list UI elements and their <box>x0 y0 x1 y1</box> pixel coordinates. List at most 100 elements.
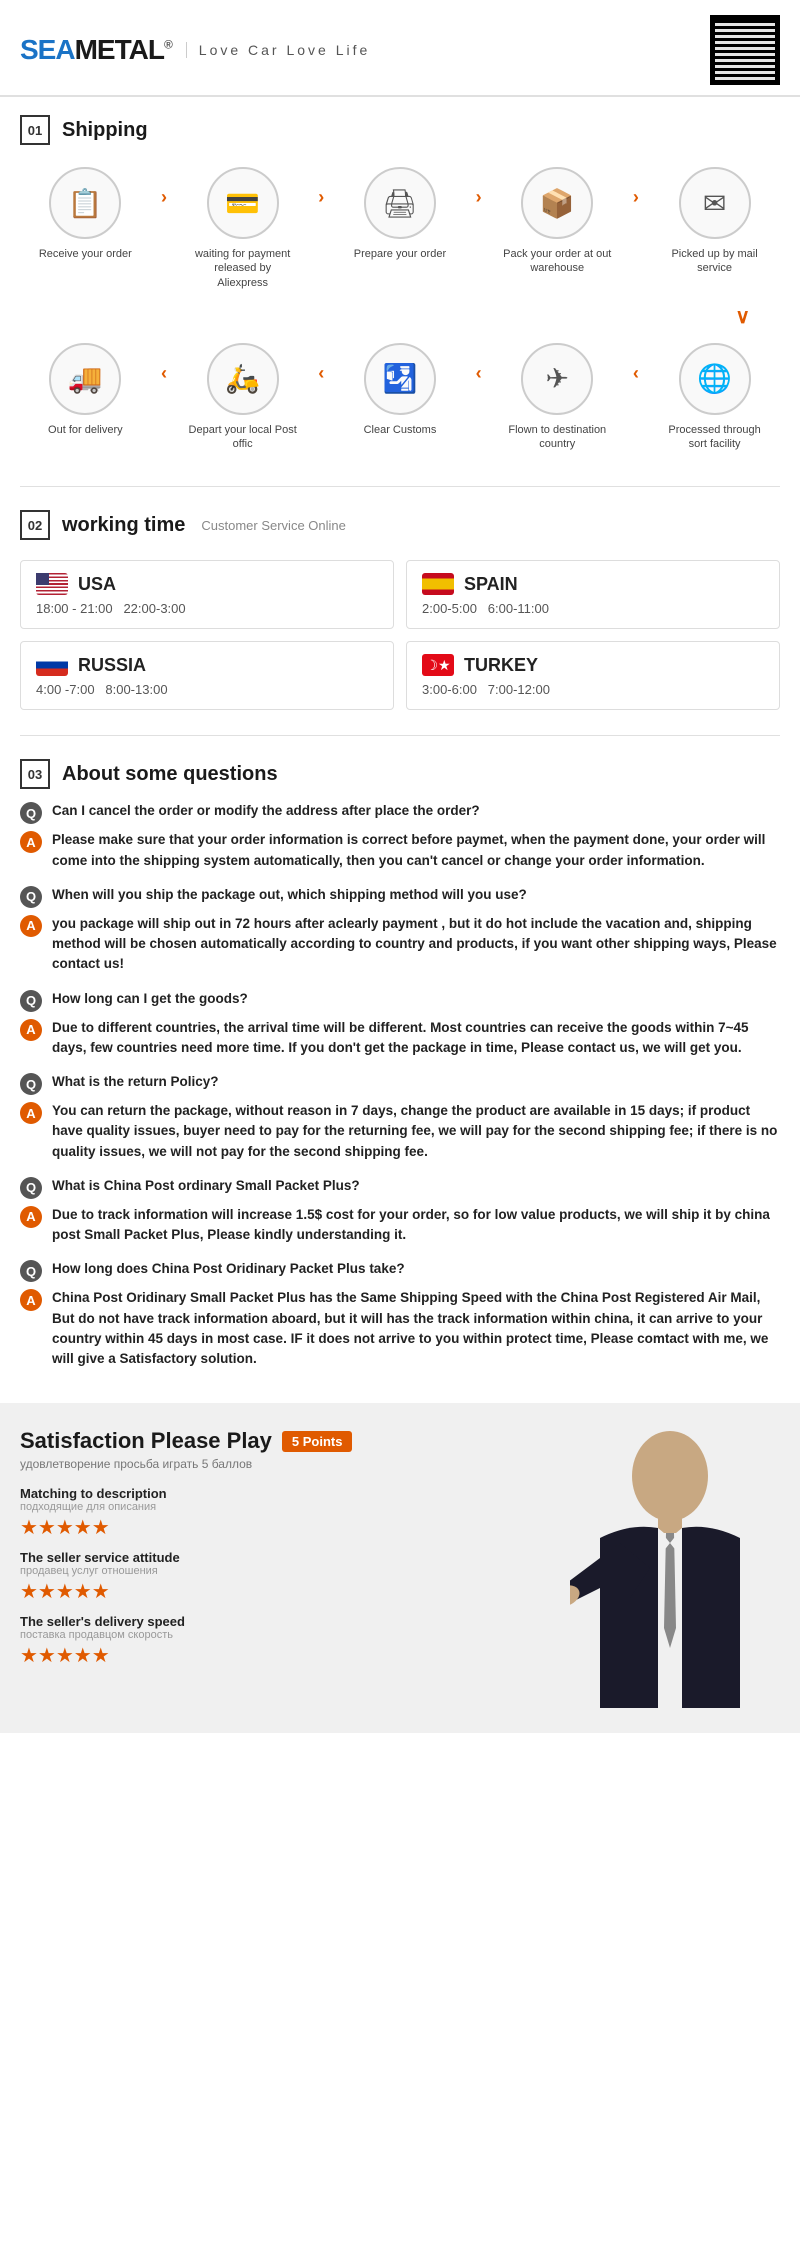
q-badge-3: Q <box>20 990 42 1012</box>
pack-icon: 📦 <box>521 167 593 239</box>
faq-item-4: Q What is the return Policy? A You can r… <box>20 1072 780 1162</box>
rating-item-1: Matching to description подходящие для о… <box>20 1486 540 1540</box>
faq-a-1: A Please make sure that your order infor… <box>20 830 780 871</box>
a-badge-4: A <box>20 1102 42 1124</box>
flown-label: Flown to destination country <box>502 423 612 452</box>
arrow-down: ∨ <box>20 304 780 329</box>
customs-label: Clear Customs <box>364 423 437 437</box>
divider-2 <box>20 735 780 736</box>
satisfaction-right <box>560 1428 780 1708</box>
turkey-time: 3:00-6:00 7:00-12:00 <box>422 682 764 697</box>
faq-item-5: Q What is China Post ordinary Small Pack… <box>20 1176 780 1246</box>
flow-item-prepare: 🖨 Prepare your order <box>345 167 455 261</box>
shipping-section-num: 01 <box>20 115 50 145</box>
rating-item-3: The seller's delivery speed поставка про… <box>20 1614 540 1668</box>
rating-stars-3: ★★★★★ <box>20 1643 540 1668</box>
arrow-3: › <box>476 167 482 208</box>
rating-label-2: The seller service attitude <box>20 1550 540 1565</box>
spain-name: SPAIN <box>464 574 518 595</box>
depart-label: Depart your local Post offic <box>188 423 298 452</box>
flow-item-sort: 🌐 Processed through sort facility <box>660 343 770 452</box>
rating-stars-2: ★★★★★ <box>20 1579 540 1604</box>
satisfaction-title-text: Satisfaction Please Play <box>20 1428 272 1454</box>
flow-item-outdelivery: 🚚 Out for delivery <box>30 343 140 437</box>
logo: SEAMETAL® <box>20 34 172 66</box>
flow-item-pickup: ✉ Picked up by mail service <box>660 167 770 276</box>
q-badge-5: Q <box>20 1177 42 1199</box>
spain-flag <box>422 573 454 595</box>
faq-question-3: How long can I get the goods? <box>52 989 248 1009</box>
faq-answer-1: Please make sure that your order informa… <box>52 830 780 871</box>
customs-icon: 🛂 <box>364 343 436 415</box>
logo-metal: METAL <box>75 34 164 65</box>
working-section-header: 02 working time Customer Service Online <box>0 492 800 552</box>
russia-flag <box>36 654 68 676</box>
satisfaction-section: Satisfaction Please Play 5 Points удовле… <box>0 1403 800 1733</box>
a-badge-1: A <box>20 831 42 853</box>
faq-q-1: Q Can I cancel the order or modify the a… <box>20 801 780 824</box>
arrow-1: › <box>161 167 167 208</box>
faq-question-4: What is the return Policy? <box>52 1072 219 1092</box>
flow-item-pack: 📦 Pack your order at out warehouse <box>502 167 612 276</box>
faq-question-1: Can I cancel the order or modify the add… <box>52 801 480 821</box>
russia-name: RUSSIA <box>78 655 146 676</box>
rating-sub-2: продавец услуг отношения <box>20 1565 540 1577</box>
usa-flag <box>36 573 68 595</box>
faq-a-5: A Due to track information will increase… <box>20 1205 780 1246</box>
faq-answer-2: you package will ship out in 72 hours af… <box>52 914 780 975</box>
faq-q-4: Q What is the return Policy? <box>20 1072 780 1095</box>
flow-row-1: 📋 Receive your order › 💳 waiting for pay… <box>20 157 780 300</box>
faq-answer-5: Due to track information will increase 1… <box>52 1205 780 1246</box>
outdelivery-label: Out for delivery <box>48 423 123 437</box>
payment-icon: 💳 <box>207 167 279 239</box>
usa-name: USA <box>78 574 116 595</box>
spain-header: SPAIN <box>422 573 764 595</box>
faq-section-title: About some questions <box>62 763 278 786</box>
shipping-section-title: Shipping <box>62 119 148 142</box>
flow-item-receive: 📋 Receive your order <box>30 167 140 261</box>
faq-a-2: A you package will ship out in 72 hours … <box>20 914 780 975</box>
pack-label: Pack your order at out warehouse <box>502 247 612 276</box>
rating-sub-3: поставка продавцом скорость <box>20 1629 540 1641</box>
rating-label-1: Matching to description <box>20 1486 540 1501</box>
working-section-title: working time <box>62 514 185 537</box>
faq-answer-4: You can return the package, without reas… <box>52 1101 780 1162</box>
faq-section-header: 03 About some questions <box>0 741 800 801</box>
countries-grid: USA 18:00 - 21:00 22:00-3:00 SPAIN 2:00-… <box>20 560 780 710</box>
rating-stars-1: ★★★★★ <box>20 1515 540 1540</box>
working-section-subtitle: Customer Service Online <box>201 518 346 533</box>
flow-item-customs: 🛂 Clear Customs <box>345 343 455 437</box>
spain-time: 2:00-5:00 6:00-11:00 <box>422 601 764 616</box>
arrow-7: ‹ <box>476 343 482 384</box>
turkey-header: ☽★ TURKEY <box>422 654 764 676</box>
q-badge-4: Q <box>20 1073 42 1095</box>
arrow-8: ‹ <box>633 343 639 384</box>
qr-inner <box>715 20 775 80</box>
sort-icon: 🌐 <box>679 343 751 415</box>
outdelivery-icon: 🚚 <box>49 343 121 415</box>
pickup-icon: ✉ <box>679 167 751 239</box>
rating-item-2: The seller service attitude продавец усл… <box>20 1550 540 1604</box>
flow-item-payment: 💳 waiting for payment released by Aliexp… <box>188 167 298 290</box>
logo-sea: SEA <box>20 34 75 65</box>
faq-question-6: How long does China Post Oridinary Packe… <box>52 1259 405 1279</box>
faq-question-2: When will you ship the package out, whic… <box>52 885 527 905</box>
country-turkey: ☽★ TURKEY 3:00-6:00 7:00-12:00 <box>406 641 780 710</box>
a-badge-2: A <box>20 915 42 937</box>
rating-label-3: The seller's delivery speed <box>20 1614 540 1629</box>
flow-row-2: 🚚 Out for delivery ‹ 🛵 Depart your local… <box>20 333 780 462</box>
logo-area: SEAMETAL® Love Car Love Life <box>20 34 370 66</box>
faq-list: Q Can I cancel the order or modify the a… <box>0 801 800 1403</box>
pickup-label: Picked up by mail service <box>660 247 770 276</box>
faq-section-num: 03 <box>20 759 50 789</box>
arrow-5: ‹ <box>161 343 167 384</box>
faq-a-3: A Due to different countries, the arriva… <box>20 1018 780 1059</box>
person-illustration <box>570 1428 770 1708</box>
payment-label: waiting for payment released by Aliexpre… <box>188 247 298 290</box>
russia-header: RUSSIA <box>36 654 378 676</box>
country-spain: SPAIN 2:00-5:00 6:00-11:00 <box>406 560 780 629</box>
faq-a-6: A China Post Oridinary Small Packet Plus… <box>20 1288 780 1369</box>
flow-item-flown: ✈ Flown to destination country <box>502 343 612 452</box>
satisfaction-subtitle: удовлетворение просьба играть 5 баллов <box>20 1457 540 1471</box>
faq-item-3: Q How long can I get the goods? A Due to… <box>20 989 780 1059</box>
